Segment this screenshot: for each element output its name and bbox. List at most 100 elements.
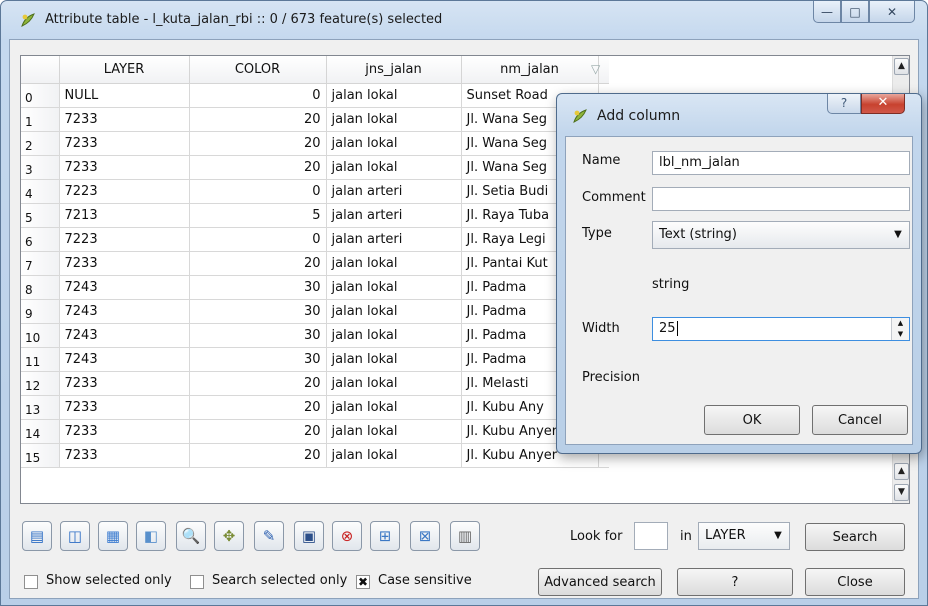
close-button[interactable]: Close: [805, 568, 905, 596]
cell-color[interactable]: 20: [189, 251, 327, 276]
row-number[interactable]: 12: [21, 371, 60, 396]
cell-jns-jalan[interactable]: jalan lokal: [326, 347, 462, 372]
table-row[interactable]: 12 7233 20 jalan lokal Jl. Melasti: [21, 371, 609, 396]
dialog-close-button[interactable]: ✕: [861, 94, 905, 114]
column-header-color[interactable]: COLOR: [189, 56, 327, 84]
cell-layer[interactable]: 7233: [59, 371, 190, 396]
zoom-selected-button[interactable]: ◫: [60, 521, 90, 551]
table-row[interactable]: 6 7223 0 jalan arteri Jl. Raya Legi: [21, 227, 609, 252]
type-select[interactable]: Text (string) ▼: [652, 221, 910, 249]
show-selected-only-checkbox[interactable]: [24, 575, 38, 589]
row-number[interactable]: 0: [21, 83, 60, 108]
row-number[interactable]: 8: [21, 275, 60, 300]
cell-layer[interactable]: 7233: [59, 419, 190, 444]
save-button[interactable]: ▣: [294, 521, 324, 551]
cell-layer[interactable]: 7233: [59, 395, 190, 420]
cell-layer[interactable]: 7243: [59, 299, 190, 324]
row-number[interactable]: 10: [21, 323, 60, 348]
corner-header[interactable]: [21, 56, 60, 84]
cell-color[interactable]: 20: [189, 131, 327, 156]
table-row[interactable]: 5 7213 5 jalan arteri Jl. Raya Tuba: [21, 203, 609, 228]
scroll-down-arrow-icon[interactable]: ▼: [894, 484, 909, 501]
table-row[interactable]: 10 7243 30 jalan lokal Jl. Padma: [21, 323, 609, 348]
cell-jns-jalan[interactable]: jalan lokal: [326, 443, 462, 468]
cell-jns-jalan[interactable]: jalan lokal: [326, 299, 462, 324]
cell-layer[interactable]: 7223: [59, 227, 190, 252]
spin-arrows-icon[interactable]: ▲ ▼: [891, 318, 909, 340]
cell-jns-jalan[interactable]: jalan lokal: [326, 323, 462, 348]
cell-color[interactable]: 20: [189, 371, 327, 396]
row-number[interactable]: 1: [21, 107, 60, 132]
search-selected-only-checkbox[interactable]: [190, 575, 204, 589]
invert-button[interactable]: ◧: [136, 521, 166, 551]
cell-color[interactable]: 30: [189, 275, 327, 300]
search-button[interactable]: Search: [805, 523, 905, 551]
column-header-jns-jalan[interactable]: jns_jalan: [326, 56, 462, 84]
table-row[interactable]: 1 7233 20 jalan lokal Jl. Wana Seg: [21, 107, 609, 132]
cell-color[interactable]: 20: [189, 107, 327, 132]
row-number[interactable]: 6: [21, 227, 60, 252]
cell-jns-jalan[interactable]: jalan lokal: [326, 275, 462, 300]
calculator-button[interactable]: ▥: [450, 521, 480, 551]
cell-layer[interactable]: NULL: [59, 83, 190, 108]
table-button[interactable]: ▤: [22, 521, 52, 551]
cell-color[interactable]: 0: [189, 83, 327, 108]
new-column-button[interactable]: ⊞: [370, 521, 400, 551]
cell-jns-jalan[interactable]: jalan lokal: [326, 371, 462, 396]
cell-color[interactable]: 30: [189, 299, 327, 324]
look-for-input[interactable]: [634, 522, 668, 550]
cell-jns-jalan[interactable]: jalan arteri: [326, 227, 462, 252]
width-spinbox[interactable]: 25 ▲ ▼: [652, 317, 910, 341]
cell-layer[interactable]: 7233: [59, 155, 190, 180]
show-selected-only-label[interactable]: Show selected only: [46, 573, 172, 588]
table-row[interactable]: 0 NULL 0 jalan lokal Sunset Road: [21, 83, 609, 108]
table-row[interactable]: 7 7233 20 jalan lokal Jl. Pantai Kut: [21, 251, 609, 276]
cell-color[interactable]: 0: [189, 227, 327, 252]
table-row[interactable]: 13 7233 20 jalan lokal Jl. Kubu Any: [21, 395, 609, 420]
cell-color[interactable]: 20: [189, 395, 327, 420]
dialog-help-button[interactable]: ?: [827, 94, 861, 114]
table-row[interactable]: 9 7243 30 jalan lokal Jl. Padma: [21, 299, 609, 324]
row-number[interactable]: 13: [21, 395, 60, 420]
row-number[interactable]: 7: [21, 251, 60, 276]
help-button[interactable]: ?: [677, 568, 793, 596]
table-row[interactable]: 2 7233 20 jalan lokal Jl. Wana Seg: [21, 131, 609, 156]
cell-jns-jalan[interactable]: jalan lokal: [326, 83, 462, 108]
cell-jns-jalan[interactable]: jalan lokal: [326, 131, 462, 156]
cell-color[interactable]: 0: [189, 179, 327, 204]
cell-layer[interactable]: 7233: [59, 443, 190, 468]
row-number[interactable]: 11: [21, 347, 60, 372]
cell-jns-jalan[interactable]: jalan arteri: [326, 203, 462, 228]
title-bar[interactable]: Attribute table - l_kuta_jalan_rbi :: 0 …: [1, 1, 927, 39]
row-number[interactable]: 15: [21, 443, 60, 468]
minimize-button[interactable]: —: [813, 1, 841, 23]
table-row[interactable]: 15 7233 20 jalan lokal Jl. Kubu Anyer: [21, 443, 609, 468]
close-window-button[interactable]: ✕: [869, 1, 915, 23]
name-input[interactable]: lbl_nm_jalan: [652, 151, 910, 175]
case-sensitive-checkbox[interactable]: ✖: [356, 575, 370, 589]
selection-button[interactable]: ▦: [98, 521, 128, 551]
search-field-select[interactable]: LAYER ▼: [698, 522, 790, 550]
scroll-thumb-icon[interactable]: ▲: [894, 463, 909, 480]
cell-color[interactable]: 30: [189, 323, 327, 348]
cell-layer[interactable]: 7243: [59, 347, 190, 372]
cell-layer[interactable]: 7233: [59, 107, 190, 132]
row-number[interactable]: 3: [21, 155, 60, 180]
delete-button[interactable]: ⊗: [332, 521, 362, 551]
row-number[interactable]: 2: [21, 131, 60, 156]
scroll-up-arrow-icon[interactable]: ▲: [894, 58, 909, 75]
comment-input[interactable]: [652, 187, 910, 211]
table-row[interactable]: 4 7223 0 jalan arteri Jl. Setia Budi: [21, 179, 609, 204]
cell-layer[interactable]: 7233: [59, 251, 190, 276]
pan-button[interactable]: ✥: [214, 521, 244, 551]
cell-jns-jalan[interactable]: jalan lokal: [326, 419, 462, 444]
cell-color[interactable]: 20: [189, 155, 327, 180]
maximize-button[interactable]: □: [841, 1, 869, 23]
cell-layer[interactable]: 7213: [59, 203, 190, 228]
row-number[interactable]: 4: [21, 179, 60, 204]
cell-color[interactable]: 5: [189, 203, 327, 228]
cancel-button[interactable]: Cancel: [812, 405, 908, 435]
search-selected-only-label[interactable]: Search selected only: [212, 573, 347, 588]
table-row[interactable]: 14 7233 20 jalan lokal Jl. Kubu Anyer: [21, 419, 609, 444]
cell-jns-jalan[interactable]: jalan arteri: [326, 179, 462, 204]
